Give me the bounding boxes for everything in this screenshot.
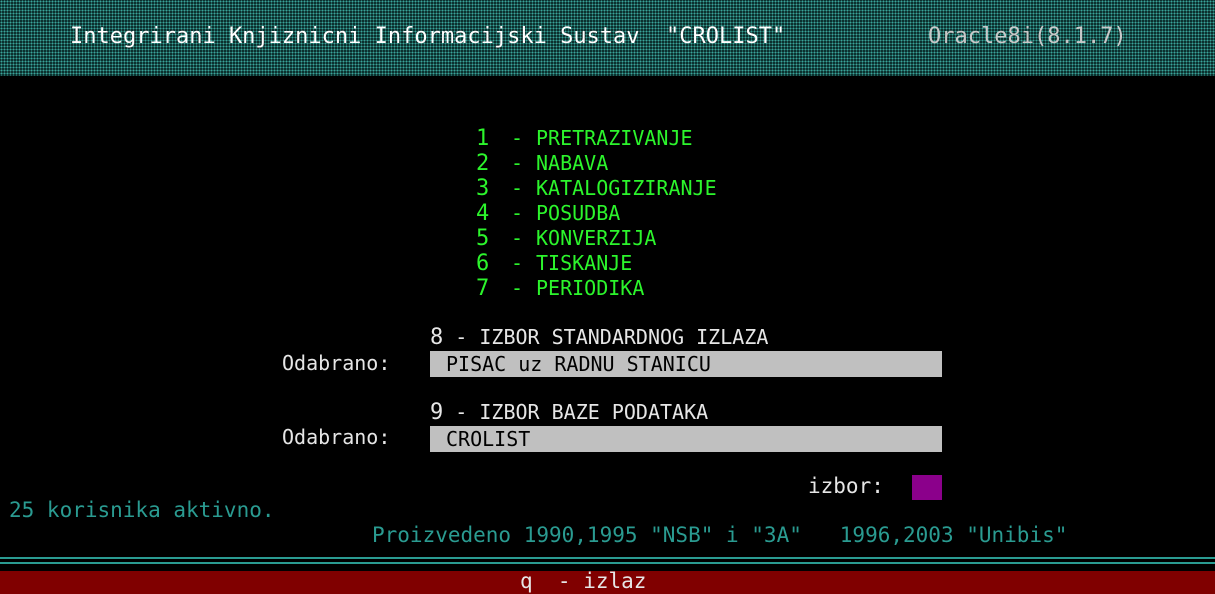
- footer-divider-top: [0, 557, 1215, 559]
- menu-item-katalogiziranje[interactable]: 3- KATALOGIZIRANJE: [476, 176, 717, 201]
- menu-item-konverzija[interactable]: 5- KONVERZIJA: [476, 226, 717, 251]
- menu-item-posudba[interactable]: 4- POSUDBA: [476, 201, 717, 226]
- version-label: Oracle8i(8.1.7): [928, 24, 1127, 49]
- app-title: Integrirani Knjiznicni Informacijski Sus…: [70, 24, 786, 49]
- menu-item-database[interactable]: 9 - IZBOR BAZE PODATAKA: [430, 400, 708, 425]
- footer-divider-bottom: [0, 562, 1215, 564]
- credits-line: Proizvedeno 1990,1995 "NSB" i "3A" 1996,…: [372, 523, 1068, 547]
- menu-item-standard-output[interactable]: 8 - IZBOR STANDARDNOG IZLAZA: [430, 325, 768, 350]
- database-selected-field: CROLIST: [430, 426, 942, 452]
- footer-bar: q - izlaz: [0, 569, 1215, 594]
- menu-item-nabava[interactable]: 2- NABAVA: [476, 151, 717, 176]
- database-selected-label: Odabrano:: [282, 425, 391, 449]
- exit-command[interactable]: q - izlaz: [520, 569, 646, 593]
- menu-item-pretrazivanje[interactable]: 1- PRETRAZIVANJE: [476, 126, 717, 151]
- output-selected-field: PISAC uz RADNU STANICU: [430, 351, 942, 377]
- menu-item-periodika[interactable]: 7- PERIODIKA: [476, 276, 717, 301]
- title-bar: Integrirani Knjiznicni Informacijski Sus…: [0, 0, 1215, 76]
- active-users-status: 25 korisnika aktivno.: [9, 498, 275, 522]
- main-menu: 1- PRETRAZIVANJE 2- NABAVA 3- KATALOGIZIRAN…: [476, 126, 717, 301]
- choice-input[interactable]: [912, 475, 942, 500]
- menu-item-tiskanje[interactable]: 6- TISKANJE: [476, 251, 717, 276]
- output-selected-label: Odabrano:: [282, 351, 391, 375]
- choice-label: izbor:: [808, 474, 884, 498]
